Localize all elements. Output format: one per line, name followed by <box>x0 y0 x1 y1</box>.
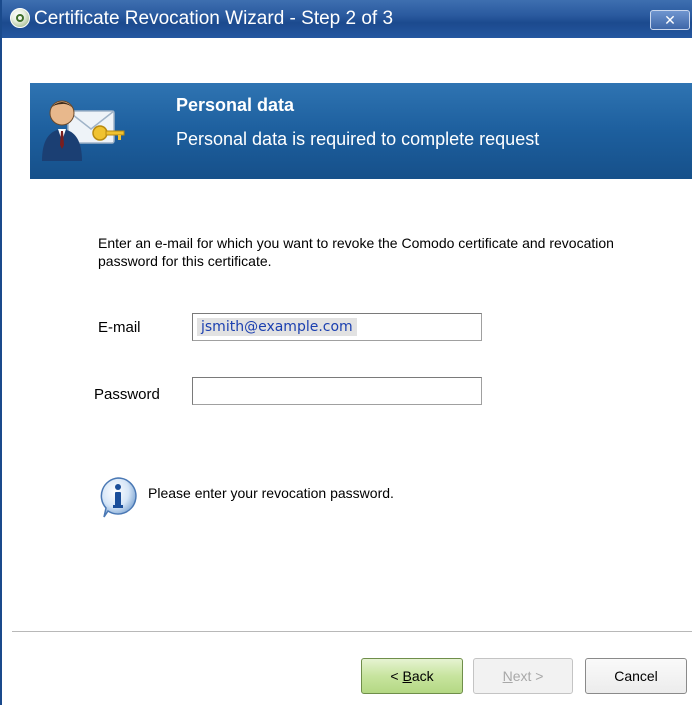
password-field[interactable] <box>192 377 482 405</box>
info-icon <box>100 477 137 518</box>
footer-divider <box>12 631 692 633</box>
title-bar[interactable]: Certificate Revocation Wizard - Step 2 o… <box>2 0 692 38</box>
user-mail-key-icon <box>42 100 125 161</box>
back-button[interactable]: < Back <box>361 658 463 694</box>
info-message: Please enter your revocation password. <box>148 485 394 501</box>
wizard-window: Certificate Revocation Wizard - Step 2 o… <box>0 0 692 705</box>
instructions-text: Enter an e-mail for which you want to re… <box>98 235 614 269</box>
banner-subtitle: Personal data is required to complete re… <box>176 129 540 149</box>
comodo-app-icon <box>10 8 30 28</box>
email-value: jsmith@example.com <box>197 318 357 336</box>
cancel-button[interactable]: Cancel <box>585 658 687 694</box>
next-button[interactable]: Next > <box>473 658 573 694</box>
back-label-rest: ack <box>411 668 434 684</box>
window-title: Certificate Revocation Wizard - Step 2 o… <box>34 8 394 29</box>
header-banner: Personal data Personal data is required … <box>30 83 692 179</box>
back-label-prefix: < <box>390 668 403 684</box>
email-label: E-mail <box>98 319 141 336</box>
next-label-rest: ext > <box>512 668 544 684</box>
email-field[interactable]: jsmith@example.com <box>192 313 482 341</box>
back-label-accesskey: B <box>402 668 412 684</box>
password-label: Password <box>94 386 160 403</box>
close-button[interactable]: ✕ <box>650 10 690 30</box>
banner-title: Personal data <box>176 95 295 115</box>
next-label-accesskey: N <box>502 668 513 684</box>
